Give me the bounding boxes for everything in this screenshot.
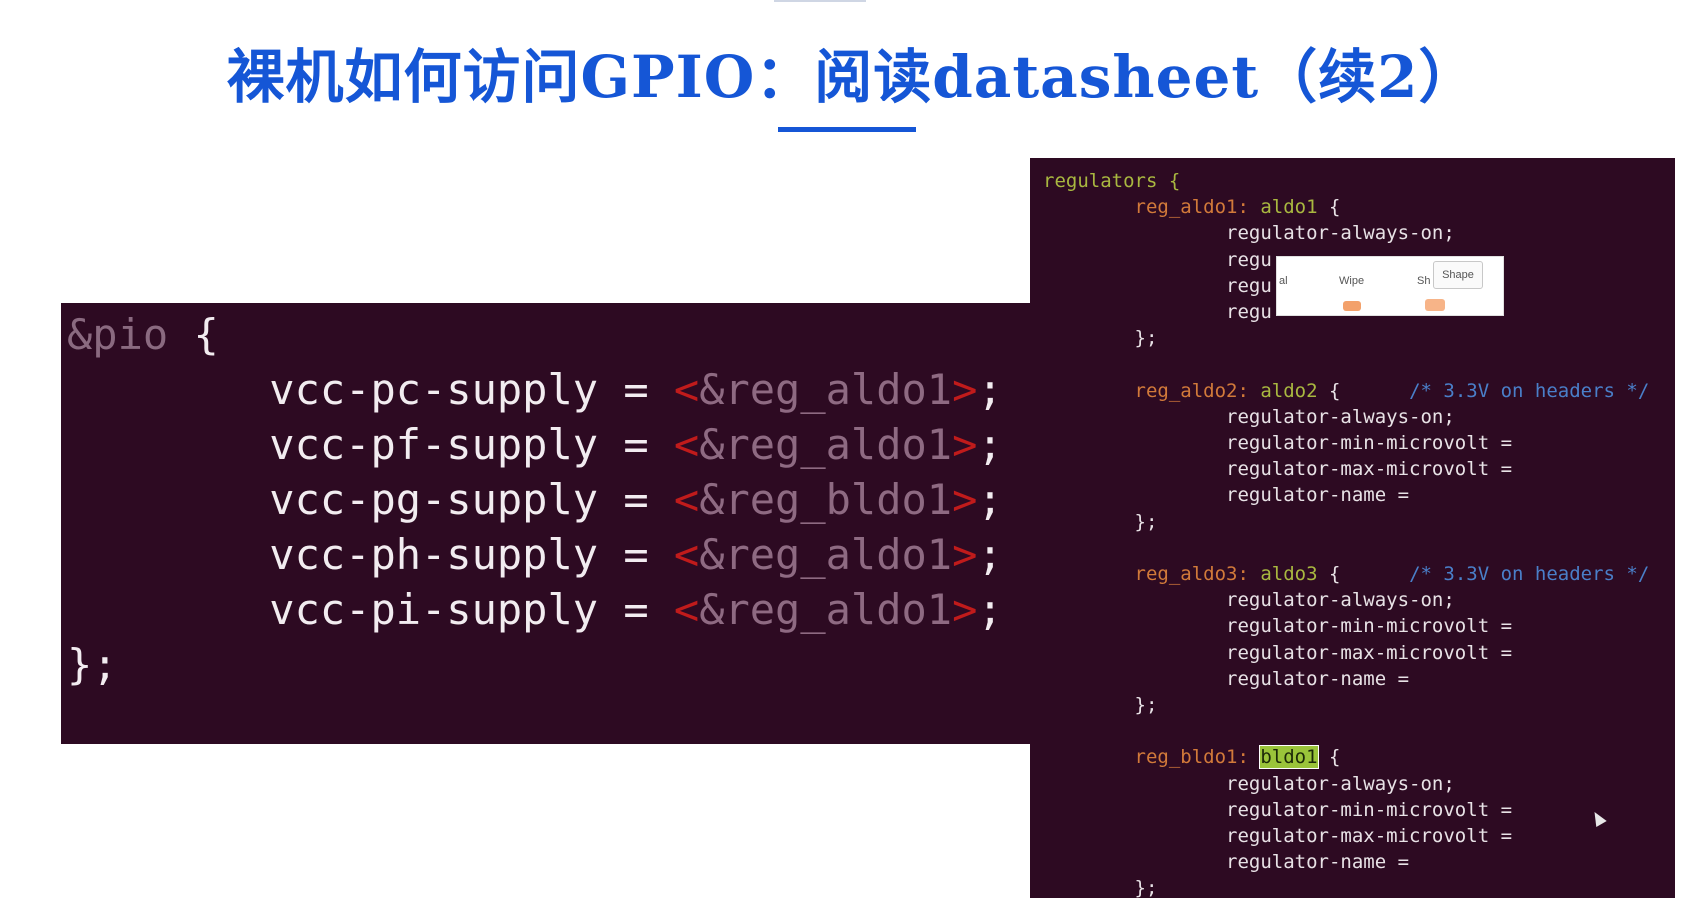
block-open: { [1317, 379, 1341, 402]
block-label: reg_bldo1: [1134, 746, 1249, 769]
block-prop: regu [1226, 301, 1272, 324]
block-prop: regu [1226, 274, 1272, 297]
block-prop: regulator-max-microvolt = [1226, 825, 1513, 848]
close-brace: }; [67, 640, 118, 689]
block-prop: regulator-always-on; [1226, 405, 1455, 428]
left-code-panel: &pio { vcc-pc-supply = <&reg_aldo1>; vcc… [61, 303, 1031, 744]
block-prop: regulator-name = [1226, 484, 1410, 507]
pio-node-ref: &pio [67, 310, 169, 359]
block-node: aldo2 [1260, 379, 1318, 402]
block-label: reg_aldo3: [1134, 563, 1249, 586]
block-comment: /* 3.3V on headers */ [1409, 563, 1650, 586]
block-prop: regulator-max-microvolt = [1226, 641, 1513, 664]
block-label: reg_aldo2: [1134, 379, 1249, 402]
block-prop: regulator-min-microvolt = [1226, 798, 1513, 821]
supply-ref: &reg_bldo1 [699, 475, 953, 524]
top-divider [774, 0, 866, 2]
shape-button-label: Shape [1442, 269, 1474, 281]
block-comment: /* 3.3V on headers */ [1409, 379, 1650, 402]
block-close: }; [1134, 327, 1158, 350]
supply-prop: vcc-pc-supply [269, 365, 599, 414]
slide-title: 裸机如何访问GPIO：阅读datasheet（续2） [226, 43, 1478, 111]
block-prop: regulator-always-on; [1226, 222, 1455, 245]
block-open: { [1317, 746, 1341, 769]
block-node: aldo3 [1260, 563, 1318, 586]
swatch [1425, 299, 1445, 311]
open-brace: { [168, 310, 219, 359]
block-prop: regulator-min-microvolt = [1226, 615, 1513, 638]
block-label: reg_aldo1: [1134, 196, 1249, 219]
block-prop: regu [1226, 248, 1272, 271]
transition-popup: al Wipe Sh Shape [1276, 256, 1504, 316]
block-prop: regulator-always-on; [1226, 589, 1455, 612]
supply-ref: &reg_aldo1 [699, 420, 953, 469]
block-prop: regulator-name = [1226, 667, 1410, 690]
regulators-header: regulators { [1043, 170, 1181, 192]
popup-item[interactable]: al [1279, 275, 1288, 287]
block-open: { [1317, 196, 1341, 219]
shape-button[interactable]: Shape [1433, 261, 1483, 289]
popup-item[interactable]: Sh [1417, 275, 1430, 287]
swatch [1343, 301, 1361, 311]
left-code-block: &pio { vcc-pc-supply = <&reg_aldo1>; vcc… [67, 310, 1003, 689]
supply-prop: vcc-ph-supply [269, 530, 599, 579]
block-close: }; [1134, 510, 1158, 533]
supply-prop: vcc-pf-supply [269, 420, 599, 469]
block-prop: regulator-name = [1226, 851, 1410, 874]
popup-item-wipe[interactable]: Wipe [1339, 275, 1364, 287]
block-prop: regulator-max-microvolt = [1226, 458, 1513, 481]
supply-ref: &reg_aldo1 [699, 365, 953, 414]
supply-prop: vcc-pi-supply [269, 585, 599, 634]
title-underline [778, 127, 916, 132]
supply-prop: vcc-pg-supply [269, 475, 599, 524]
block-node: aldo1 [1260, 196, 1318, 219]
block-prop: regulator-always-on; [1226, 772, 1455, 795]
block-prop: regulator-min-microvolt = [1226, 432, 1513, 455]
block-close: }; [1134, 694, 1158, 717]
supply-ref: &reg_aldo1 [699, 530, 953, 579]
block-close: }; [1134, 877, 1158, 898]
highlighted-node-bldo1[interactable]: bldo1 [1259, 745, 1319, 770]
supply-ref: &reg_aldo1 [699, 585, 953, 634]
block-open: { [1317, 563, 1341, 586]
